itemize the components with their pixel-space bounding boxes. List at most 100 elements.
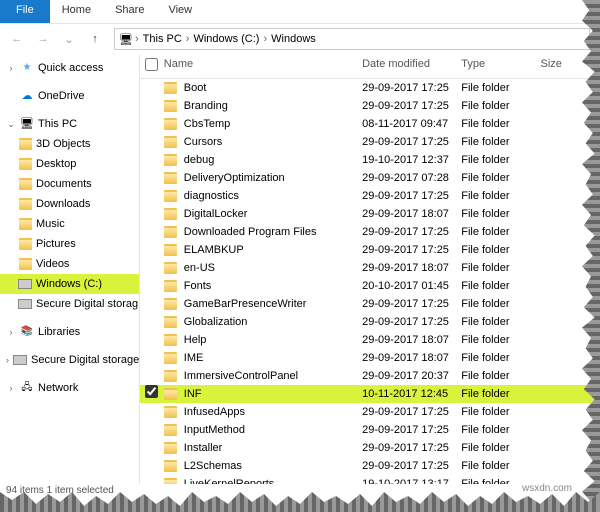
- breadcrumb-drive[interactable]: Windows (C:): [191, 33, 261, 45]
- table-row[interactable]: GameBarPresenceWriter29-09-2017 17:25Fil…: [140, 295, 600, 313]
- nav-thispc[interactable]: ⌄This PC: [0, 114, 139, 134]
- file-name: debug: [184, 151, 215, 169]
- file-date: 19-10-2017 13:17: [362, 475, 461, 484]
- file-date: 10-11-2017 12:45: [362, 385, 461, 403]
- forward-button[interactable]: →: [32, 28, 54, 50]
- rows-container: Boot29-09-2017 17:25File folderBranding2…: [140, 79, 600, 484]
- file-type: File folder: [461, 97, 540, 115]
- table-row[interactable]: CbsTemp08-11-2017 09:47File folder: [140, 115, 600, 133]
- folder-icon: [164, 459, 178, 473]
- recent-dropdown[interactable]: ⌄: [58, 28, 80, 50]
- file-date: 29-09-2017 17:25: [362, 439, 461, 457]
- libraries-icon: [20, 325, 34, 339]
- file-date: 29-09-2017 07:28: [362, 169, 461, 187]
- file-name: L2Schemas: [184, 457, 242, 475]
- nav-label: Videos: [36, 256, 69, 272]
- table-row[interactable]: Cursors 29-09-2017 17:25File folder: [140, 133, 600, 151]
- table-row[interactable]: Branding29-09-2017 17:25File folder: [140, 97, 600, 115]
- tab-share[interactable]: Share: [103, 0, 156, 23]
- col-checkbox[interactable]: [140, 58, 164, 74]
- file-name: Cursors: [184, 133, 223, 151]
- tab-file[interactable]: File: [0, 0, 50, 23]
- nav-sds2[interactable]: ›Secure Digital storage: [0, 350, 139, 370]
- table-row[interactable]: InfusedApps29-09-2017 17:25File folder: [140, 403, 600, 421]
- file-name: Downloaded Program Files: [184, 223, 317, 241]
- table-row[interactable]: DeliveryOptimization29-09-2017 07:28File…: [140, 169, 600, 187]
- nav-libraries[interactable]: ›Libraries: [0, 322, 139, 342]
- nav-downloads[interactable]: Downloads: [0, 194, 139, 214]
- folder-icon: [164, 207, 178, 221]
- file-date: 29-09-2017 17:25: [362, 133, 461, 151]
- table-row[interactable]: DigitalLocker29-09-2017 18:07File folder: [140, 205, 600, 223]
- table-row[interactable]: InputMethod29-09-2017 17:25File folder: [140, 421, 600, 439]
- nav-label: Downloads: [36, 196, 90, 212]
- nav-quick-access[interactable]: ›Quick access: [0, 58, 139, 78]
- file-name: Branding: [184, 97, 228, 115]
- table-row[interactable]: en-US29-09-2017 18:07File folder: [140, 259, 600, 277]
- file-date: 29-09-2017 17:25: [362, 241, 461, 259]
- chevron-right-icon: ›: [263, 33, 267, 45]
- table-row[interactable]: IME29-09-2017 18:07File folder: [140, 349, 600, 367]
- nav-documents[interactable]: Documents: [0, 174, 139, 194]
- file-date: 29-09-2017 18:07: [362, 349, 461, 367]
- file-type: File folder: [461, 223, 540, 241]
- table-row[interactable]: INF10-11-2017 12:45File folder: [140, 385, 600, 403]
- nav-pictures[interactable]: Pictures: [0, 234, 139, 254]
- col-name[interactable]: Name: [164, 58, 362, 74]
- file-type: File folder: [461, 385, 540, 403]
- up-button[interactable]: ↑: [84, 28, 106, 50]
- file-type: File folder: [461, 313, 540, 331]
- back-button[interactable]: ←: [6, 28, 28, 50]
- table-row[interactable]: diagnostics29-09-2017 17:25File folder: [140, 187, 600, 205]
- nav-onedrive[interactable]: OneDrive: [0, 86, 139, 106]
- file-name: diagnostics: [184, 187, 239, 205]
- navigation-pane: ›Quick access OneDrive ⌄This PC 3D Objec…: [0, 54, 140, 484]
- nav-3dobjects[interactable]: 3D Objects: [0, 134, 139, 154]
- file-date: 29-09-2017 17:25: [362, 79, 461, 97]
- nav-label: Secure Digital storag: [36, 296, 138, 312]
- table-row[interactable]: L2Schemas29-09-2017 17:25File folder: [140, 457, 600, 475]
- file-name: InputMethod: [184, 421, 245, 439]
- col-type[interactable]: Type: [461, 58, 540, 74]
- col-date[interactable]: Date modified: [362, 58, 461, 74]
- table-row[interactable]: ELAMBKUP29-09-2017 17:25File folder: [140, 241, 600, 259]
- table-row[interactable]: Help29-09-2017 18:07File folder: [140, 331, 600, 349]
- file-date: 20-10-2017 01:45: [362, 277, 461, 295]
- chevron-right-icon: ›: [186, 33, 190, 45]
- row-checkbox[interactable]: [140, 385, 164, 404]
- nav-network[interactable]: ›Network: [0, 378, 139, 398]
- table-row[interactable]: debug19-10-2017 12:37File folder: [140, 151, 600, 169]
- table-row[interactable]: Installer29-09-2017 17:25File folder: [140, 439, 600, 457]
- network-icon: [20, 381, 34, 395]
- nav-label: Documents: [36, 176, 92, 192]
- select-all-checkbox[interactable]: [145, 58, 158, 71]
- table-row[interactable]: Fonts20-10-2017 01:45File folder: [140, 277, 600, 295]
- tab-home[interactable]: Home: [50, 0, 103, 23]
- table-row[interactable]: Boot29-09-2017 17:25File folder: [140, 79, 600, 97]
- file-type: File folder: [461, 133, 540, 151]
- nav-windowsc[interactable]: Windows (C:): [0, 274, 139, 294]
- breadcrumb-thispc[interactable]: This PC: [141, 33, 184, 45]
- column-headers: Name Date modified Type Size: [140, 54, 600, 79]
- nav-desktop[interactable]: Desktop: [0, 154, 139, 174]
- nav-music[interactable]: Music: [0, 214, 139, 234]
- folder-icon: [164, 333, 178, 347]
- table-row[interactable]: ImmersiveControlPanel29-09-2017 20:37Fil…: [140, 367, 600, 385]
- nav-videos[interactable]: Videos: [0, 254, 139, 274]
- file-date: 29-09-2017 18:07: [362, 259, 461, 277]
- file-type: File folder: [461, 259, 540, 277]
- address-bar[interactable]: › This PC › Windows (C:) › Windows: [114, 28, 590, 50]
- file-type: File folder: [461, 331, 540, 349]
- breadcrumb-windows[interactable]: Windows: [269, 33, 318, 45]
- nav-label: Quick access: [38, 60, 103, 76]
- file-type: File folder: [461, 439, 540, 457]
- folder-icon: [164, 189, 178, 203]
- folder-icon: [164, 171, 178, 185]
- file-type: File folder: [461, 79, 540, 97]
- table-row[interactable]: Downloaded Program Files29-09-2017 17:25…: [140, 223, 600, 241]
- nav-sds1[interactable]: Secure Digital storag: [0, 294, 139, 314]
- table-row[interactable]: Globalization29-09-2017 17:25File folder: [140, 313, 600, 331]
- tab-view[interactable]: View: [156, 0, 204, 23]
- file-type: File folder: [461, 277, 540, 295]
- folder-icon: [164, 423, 178, 437]
